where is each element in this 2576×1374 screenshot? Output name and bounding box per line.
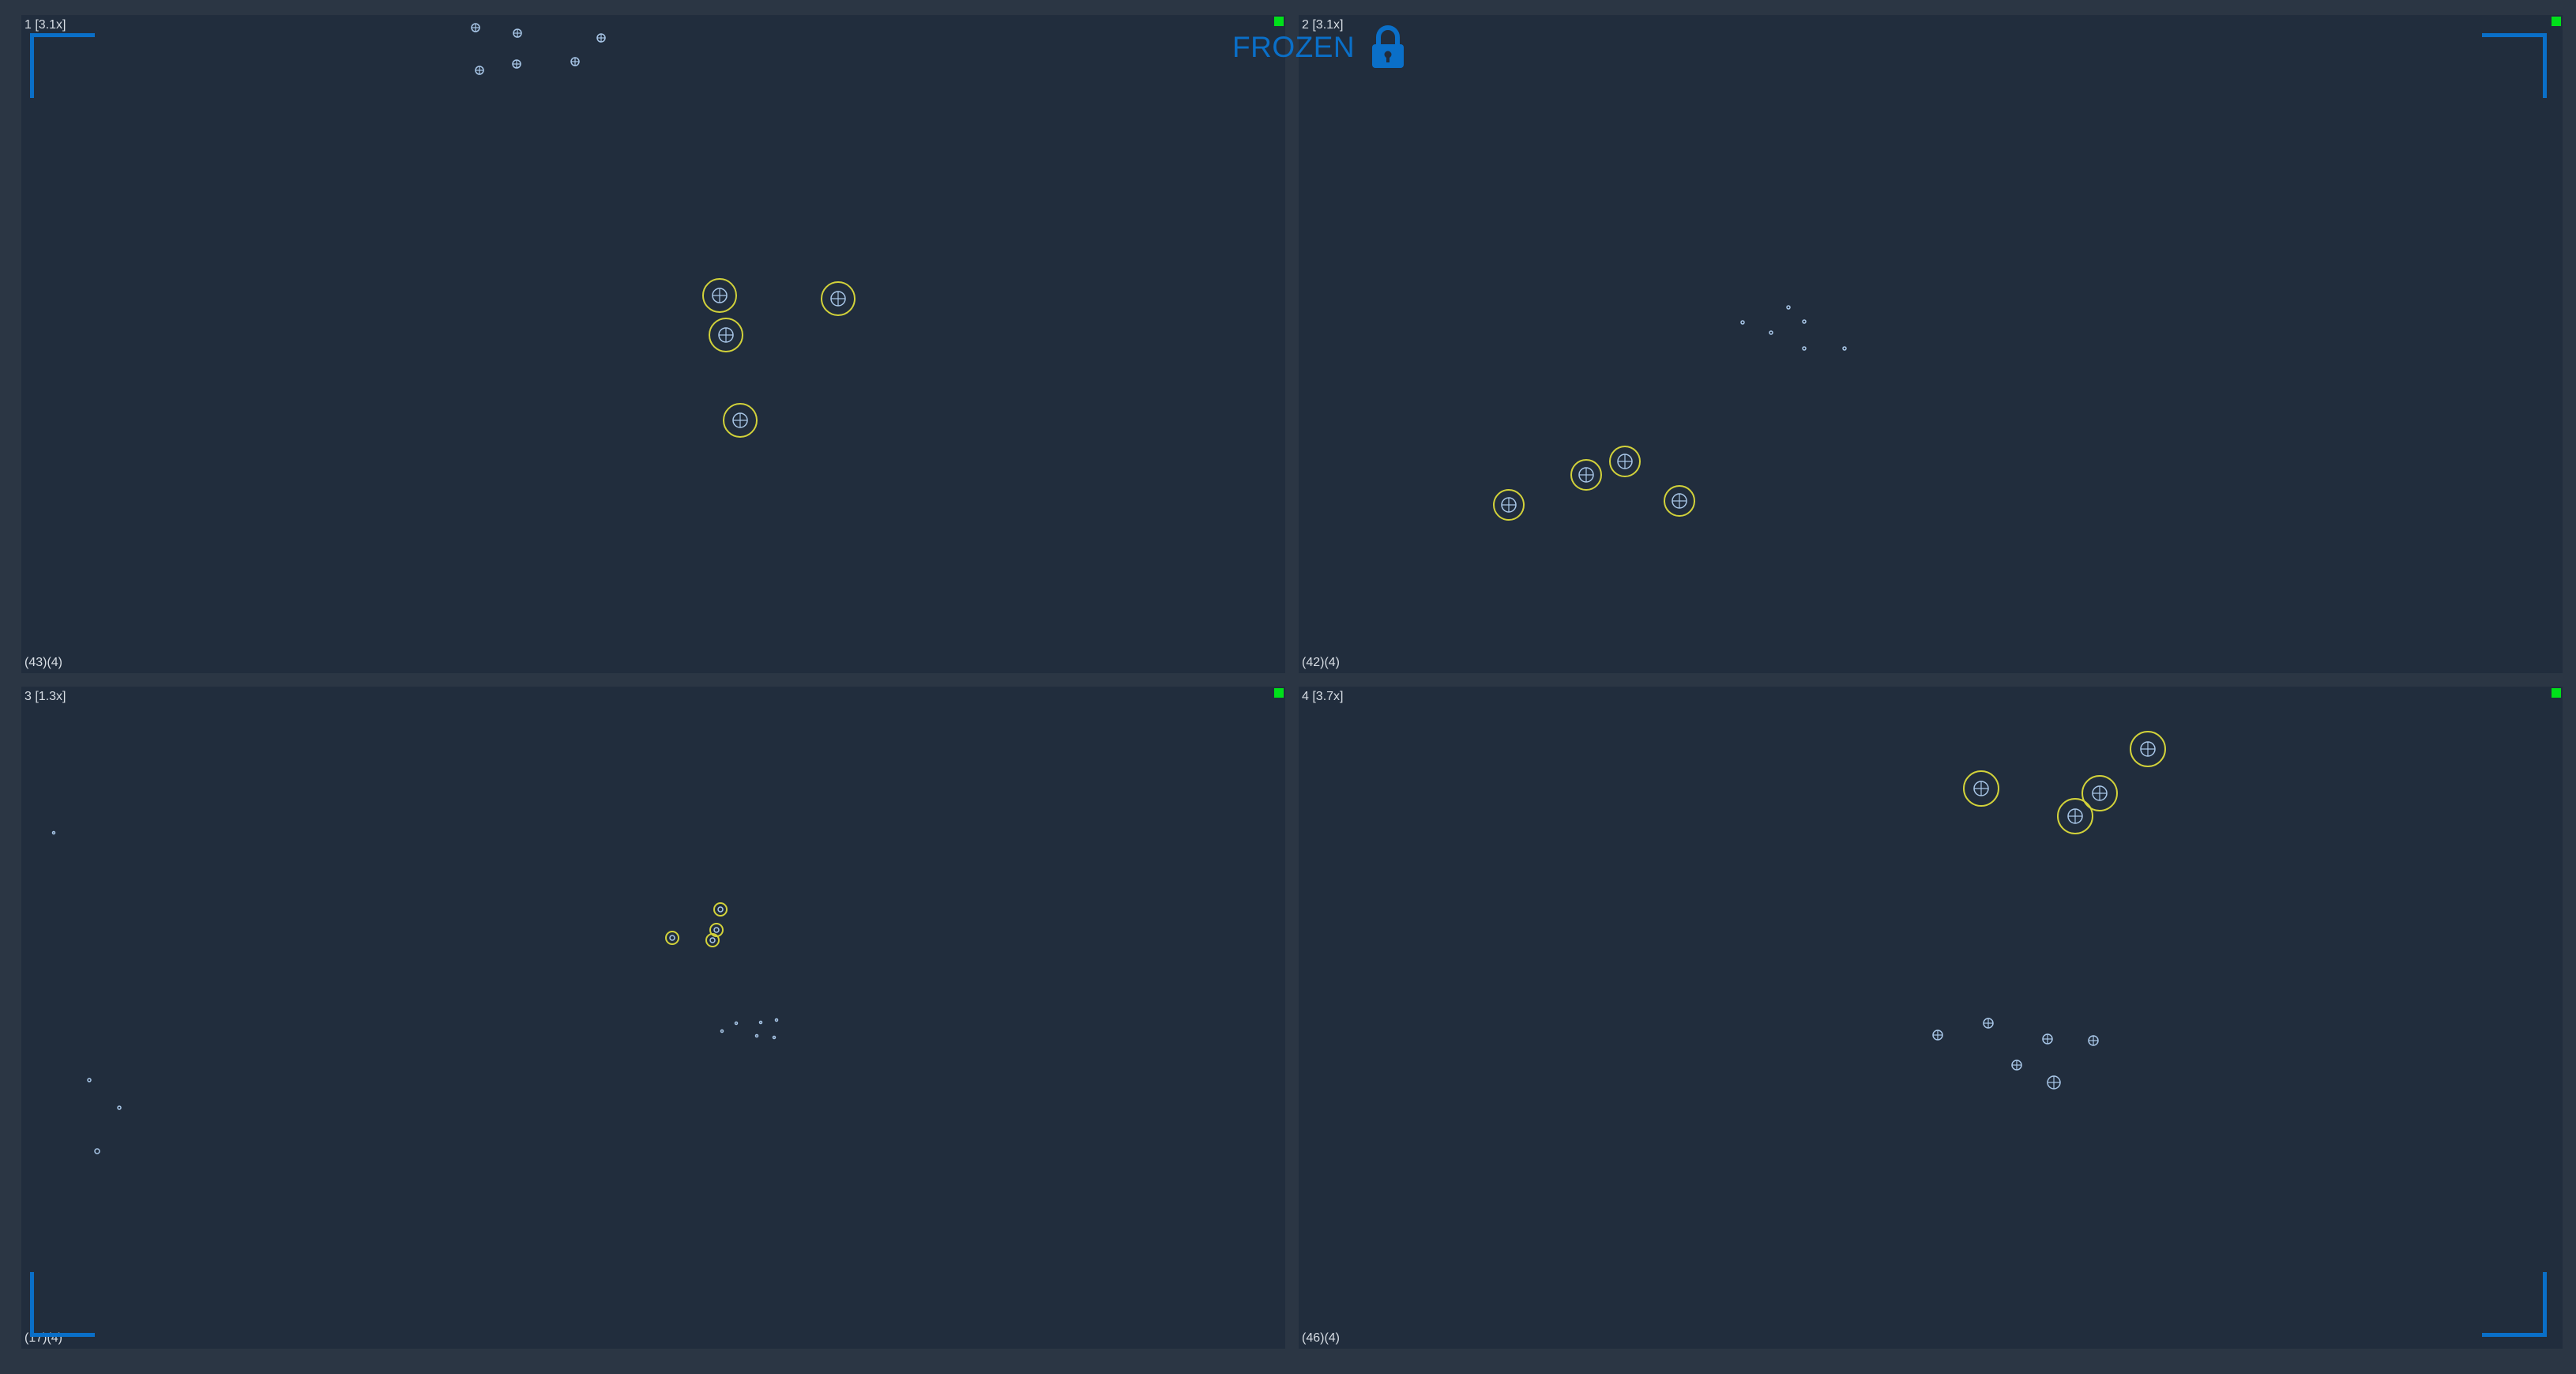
target-marker bbox=[87, 1078, 92, 1082]
target-marker bbox=[1617, 454, 1633, 469]
viewport-3-status-indicator bbox=[1274, 688, 1284, 698]
target-marker bbox=[1501, 497, 1517, 513]
viewport-4[interactable]: 4 [3.7x] (46)(4) bbox=[1299, 687, 2563, 1349]
target-marker bbox=[712, 288, 728, 303]
frame-corner-top-left bbox=[30, 33, 95, 98]
target-marker bbox=[570, 57, 580, 66]
target-marker bbox=[1740, 320, 1745, 325]
target-marker bbox=[1983, 1018, 1994, 1029]
selection-ring[interactable] bbox=[665, 931, 679, 945]
target-marker bbox=[117, 1105, 122, 1110]
target-marker bbox=[512, 59, 521, 69]
target-marker bbox=[94, 1148, 100, 1154]
target-marker bbox=[1769, 330, 1773, 335]
viewport-1[interactable]: 1 [3.1x] (43)(4) bbox=[21, 15, 1285, 673]
viewport-2-canvas bbox=[1493, 305, 1847, 521]
lock-icon bbox=[1372, 25, 1405, 68]
target-marker bbox=[717, 906, 724, 913]
target-marker bbox=[513, 28, 522, 38]
frame-corner-top-right bbox=[2482, 33, 2547, 98]
target-marker bbox=[754, 1033, 759, 1038]
target-marker bbox=[1786, 305, 1791, 310]
target-marker bbox=[669, 935, 675, 941]
frozen-label: FROZEN bbox=[1232, 31, 1356, 63]
viewport-4-counts: (46)(4) bbox=[1302, 1331, 1341, 1345]
target-marker bbox=[732, 412, 748, 428]
target-marker bbox=[772, 1035, 777, 1040]
viewport-3[interactable]: 3 [1.3x] (17)(4) bbox=[21, 687, 1285, 1349]
viewport-4-label: 4 [3.7x] bbox=[1302, 690, 1344, 703]
target-marker bbox=[1578, 467, 1594, 483]
viewport-1-counts: (43)(4) bbox=[24, 656, 63, 669]
target-marker bbox=[1932, 1030, 1943, 1041]
target-marker bbox=[2140, 741, 2156, 757]
viewport-1-label: 1 [3.1x] bbox=[24, 18, 66, 32]
target-marker bbox=[2092, 785, 2108, 801]
target-marker bbox=[1802, 319, 1807, 324]
viewport-3-label: 3 [1.3x] bbox=[24, 690, 66, 703]
viewport-2[interactable]: 2 [3.1x] (42)(4) bbox=[1299, 15, 2563, 673]
selection-ring[interactable] bbox=[713, 902, 728, 917]
target-marker bbox=[2042, 1033, 2053, 1045]
target-marker bbox=[1672, 493, 1687, 509]
viewport-4-canvas bbox=[1932, 731, 2166, 1090]
frame-corner-bottom-left bbox=[30, 1272, 95, 1337]
target-marker bbox=[596, 33, 606, 43]
target-marker bbox=[475, 66, 484, 75]
target-marker bbox=[1842, 346, 1847, 351]
viewport-3-canvas bbox=[51, 830, 779, 1154]
viewport-2-counts: (42)(4) bbox=[1302, 656, 1341, 669]
target-marker bbox=[709, 937, 716, 943]
frame-corner-bottom-right bbox=[2482, 1272, 2547, 1337]
frozen-indicator: FROZEN bbox=[1232, 24, 1405, 71]
target-marker bbox=[718, 327, 734, 343]
target-marker bbox=[774, 1018, 779, 1022]
target-marker bbox=[51, 830, 56, 835]
target-marker bbox=[2011, 1060, 2022, 1071]
target-marker bbox=[2088, 1035, 2099, 1046]
target-marker bbox=[758, 1020, 763, 1025]
viewport-2-status-indicator bbox=[2552, 17, 2561, 26]
target-marker bbox=[1802, 346, 1807, 351]
target-marker bbox=[2047, 1075, 2061, 1090]
target-marker bbox=[471, 23, 480, 32]
target-marker bbox=[1973, 781, 1989, 796]
target-marker bbox=[720, 1029, 724, 1033]
target-marker bbox=[734, 1021, 739, 1026]
target-marker bbox=[2067, 808, 2083, 824]
viewport-4-status-indicator bbox=[2552, 688, 2561, 698]
target-marker bbox=[713, 927, 720, 933]
viewport-1-canvas bbox=[471, 23, 856, 438]
target-marker bbox=[830, 291, 846, 307]
